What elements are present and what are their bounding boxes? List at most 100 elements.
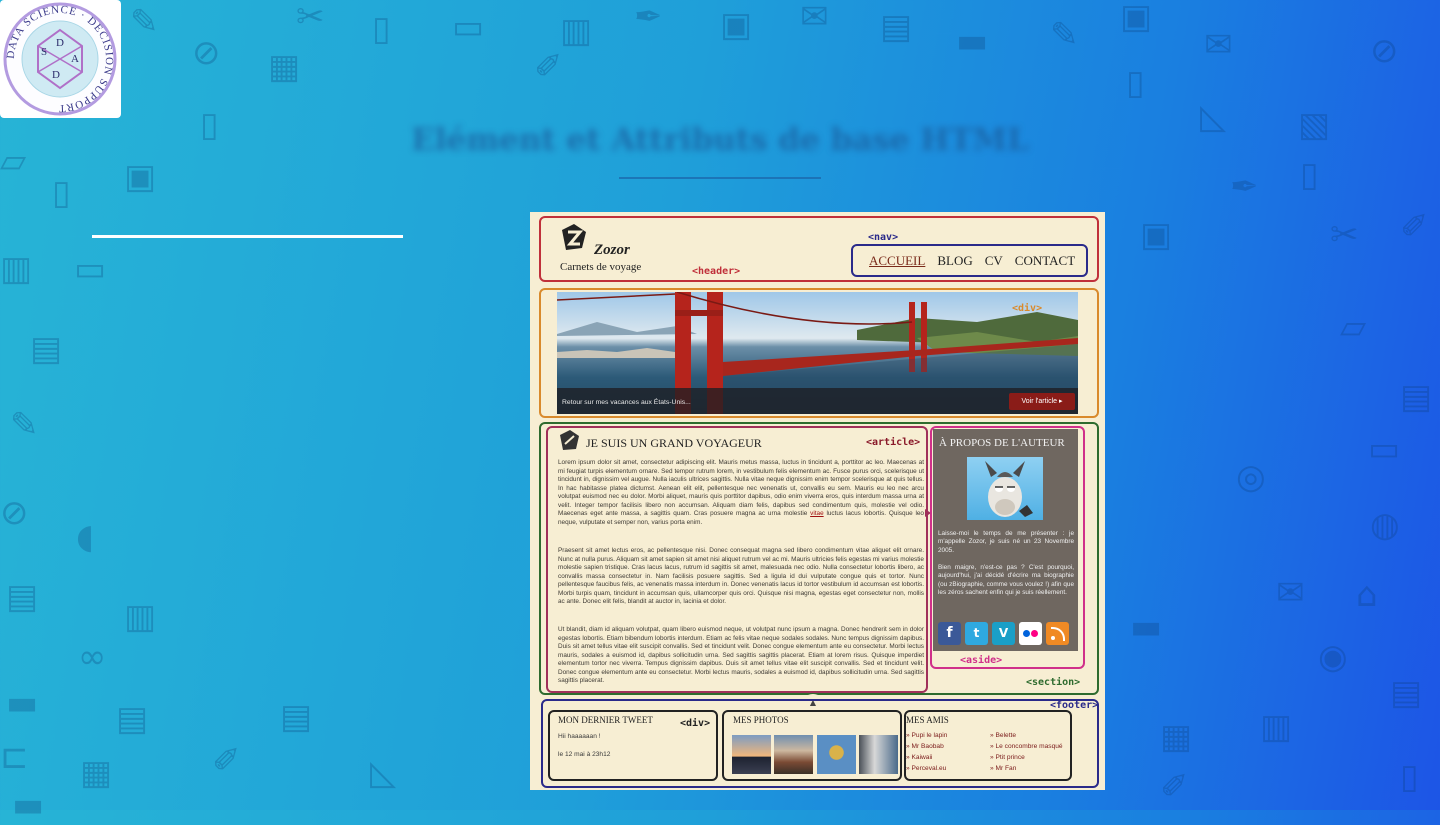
- image-icon: ▣: [124, 157, 157, 197]
- friend-link[interactable]: » Mr Fan: [990, 763, 1063, 774]
- cookie-icon: ◉: [1318, 637, 1348, 677]
- site-tagline: Carnets de voyage: [560, 261, 642, 273]
- logo: S D A D DATA SCIENCE · DECISION SUPPORT: [0, 0, 121, 118]
- header-tag-label: <header>: [692, 266, 741, 277]
- friend-link[interactable]: » Kaiwaii: [906, 752, 947, 763]
- logo-letter: D: [56, 37, 64, 49]
- pencil-icon: ✐: [1400, 207, 1429, 247]
- photo-thumbnail[interactable]: [859, 735, 898, 774]
- slide-title: Elément et Attributs de base HTML: [411, 122, 1029, 158]
- plug-icon: ⊏: [0, 737, 29, 777]
- article-tag-label: <article>: [866, 437, 921, 448]
- banner-caption: Retour sur mes vacances aux États-Unis..…: [562, 399, 691, 406]
- folder-icon: ⌂: [1356, 575, 1378, 615]
- social-icons: f t V: [938, 622, 1069, 645]
- aside-paragraph: Bien maigre, n'est-ce pas ? C'est pourqu…: [938, 564, 1074, 597]
- card-icon: ▬: [6, 683, 39, 723]
- friend-link[interactable]: » Le concombre masqué: [990, 741, 1063, 752]
- logo-letter: D: [52, 69, 60, 81]
- zozor-logo-icon: [558, 222, 588, 252]
- document-icon: ▱: [1340, 307, 1367, 347]
- logo-graphic: S D A D DATA SCIENCE · DECISION SUPPORT: [3, 2, 117, 116]
- ruler-icon: ▤: [116, 699, 149, 739]
- disk-icon: ◍: [1370, 505, 1400, 545]
- aside-title: À PROPOS DE L'AUTEUR: [939, 437, 1065, 449]
- twitter-icon[interactable]: t: [965, 622, 988, 645]
- phone-icon: ▯: [1126, 63, 1145, 103]
- pen-icon: ✒: [1230, 167, 1259, 207]
- document-icon: ▯: [372, 9, 391, 49]
- card-icon: ▬: [12, 785, 45, 825]
- tablet-icon: ▭: [74, 249, 107, 289]
- tweet-text: Hii haaaaaan !: [558, 733, 601, 740]
- calculator-icon: ▦: [80, 753, 113, 793]
- document-icon: ▤: [280, 697, 313, 737]
- photo-thumbnail[interactable]: [774, 735, 813, 774]
- quill-icon: [558, 429, 580, 451]
- banner-image: [557, 292, 1078, 414]
- calendar-icon: ▥: [0, 249, 33, 289]
- paperclip-icon: ⊘: [0, 493, 29, 533]
- calculator-icon: ▦: [268, 47, 301, 87]
- notebook-icon: ▯: [52, 173, 71, 213]
- phone-icon: ▥: [124, 597, 157, 637]
- banner-div-tag-label: <div>: [1012, 303, 1043, 314]
- facebook-icon[interactable]: f: [938, 622, 961, 645]
- card-icon: ▬: [956, 21, 989, 61]
- notebook-icon: ▯: [1400, 757, 1419, 797]
- paperclip-icon: ⊘: [192, 33, 221, 73]
- image-icon: ▣: [1120, 0, 1153, 37]
- calculator-icon: ▥: [1260, 707, 1293, 747]
- envelope-icon: ✉: [1204, 25, 1233, 65]
- friend-link[interactable]: » Pupi le lapin: [906, 730, 947, 741]
- pencil-icon: ✐: [212, 741, 241, 781]
- tweet-div-tag-label: <div>: [680, 718, 711, 729]
- photo-thumbnail[interactable]: [732, 735, 771, 774]
- article-link[interactable]: vitae: [810, 510, 824, 517]
- website-mockup: Zozor Carnets de voyage <header> <nav> A…: [530, 212, 1105, 790]
- article-text: Lorem ipsum dolor sit amet, consectetur …: [558, 459, 924, 518]
- envelope-icon: ✉: [800, 0, 829, 37]
- friend-link[interactable]: » Ptit prince: [990, 752, 1063, 763]
- ruler-icon: ◺: [370, 753, 397, 793]
- aside-paragraph: Laisse-moi le temps de me présenter : je…: [938, 530, 1074, 554]
- logo-letter: A: [71, 53, 79, 65]
- friend-link[interactable]: » Mr Baobab: [906, 741, 947, 752]
- friends-title: MES AMIS: [906, 715, 949, 725]
- photos-title: MES PHOTOS: [733, 715, 789, 725]
- nav-item-cv[interactable]: CV: [985, 253, 1003, 269]
- article-title: JE SUIS UN GRAND VOYAGEUR: [586, 436, 762, 450]
- toggle-icon: ▭: [1368, 429, 1401, 469]
- mouse-icon: ◖: [76, 517, 94, 557]
- pen-icon: ✒: [634, 0, 663, 37]
- scissors-icon: ✂: [296, 0, 325, 37]
- aside-tag-label: <aside>: [960, 655, 1003, 666]
- article-paragraph: Ut blandit, diam id aliquam volutpat, qu…: [558, 626, 924, 685]
- nav-item-blog[interactable]: BLOG: [937, 253, 972, 269]
- friend-link[interactable]: » Perceval.eu: [906, 763, 947, 774]
- notebook-icon: ✎: [130, 2, 159, 42]
- site-logo-name: Zozor: [594, 242, 630, 258]
- tweet-date: le 12 mai à 23h12: [558, 751, 611, 758]
- golden-gate-bridge-illustration: [557, 292, 1078, 414]
- author-avatar: [967, 457, 1043, 520]
- nav-item-accueil[interactable]: ACCUEIL: [869, 253, 925, 269]
- read-article-button[interactable]: Voir l'article ▸: [1009, 393, 1075, 410]
- paperclip-icon: ⊘: [1370, 31, 1399, 71]
- article-paragraph: Praesent sit amet lectus eros, ac pellen…: [558, 547, 924, 606]
- nav-item-contact[interactable]: CONTACT: [1015, 253, 1075, 269]
- card-icon: ▦: [1160, 717, 1193, 757]
- pencil-icon: ✐: [1160, 767, 1189, 807]
- friend-link[interactable]: » Belette: [990, 730, 1063, 741]
- left-divider: [92, 235, 403, 238]
- tweet-title: MON DERNIER TWEET: [558, 715, 653, 725]
- rss-icon[interactable]: [1046, 622, 1069, 645]
- vimeo-icon[interactable]: V: [992, 622, 1015, 645]
- ruler-icon: ▤: [880, 7, 913, 47]
- notebook-icon: ▯: [1300, 155, 1319, 195]
- phone-icon: ▥: [560, 11, 593, 51]
- flickr-icon[interactable]: [1019, 622, 1042, 645]
- friends-column: » Pupi le lapin » Mr Baobab » Kaiwaii » …: [906, 730, 947, 774]
- photo-thumbnail[interactable]: [817, 735, 856, 774]
- nav-bar: ACCUEIL BLOG CV CONTACT: [851, 244, 1088, 277]
